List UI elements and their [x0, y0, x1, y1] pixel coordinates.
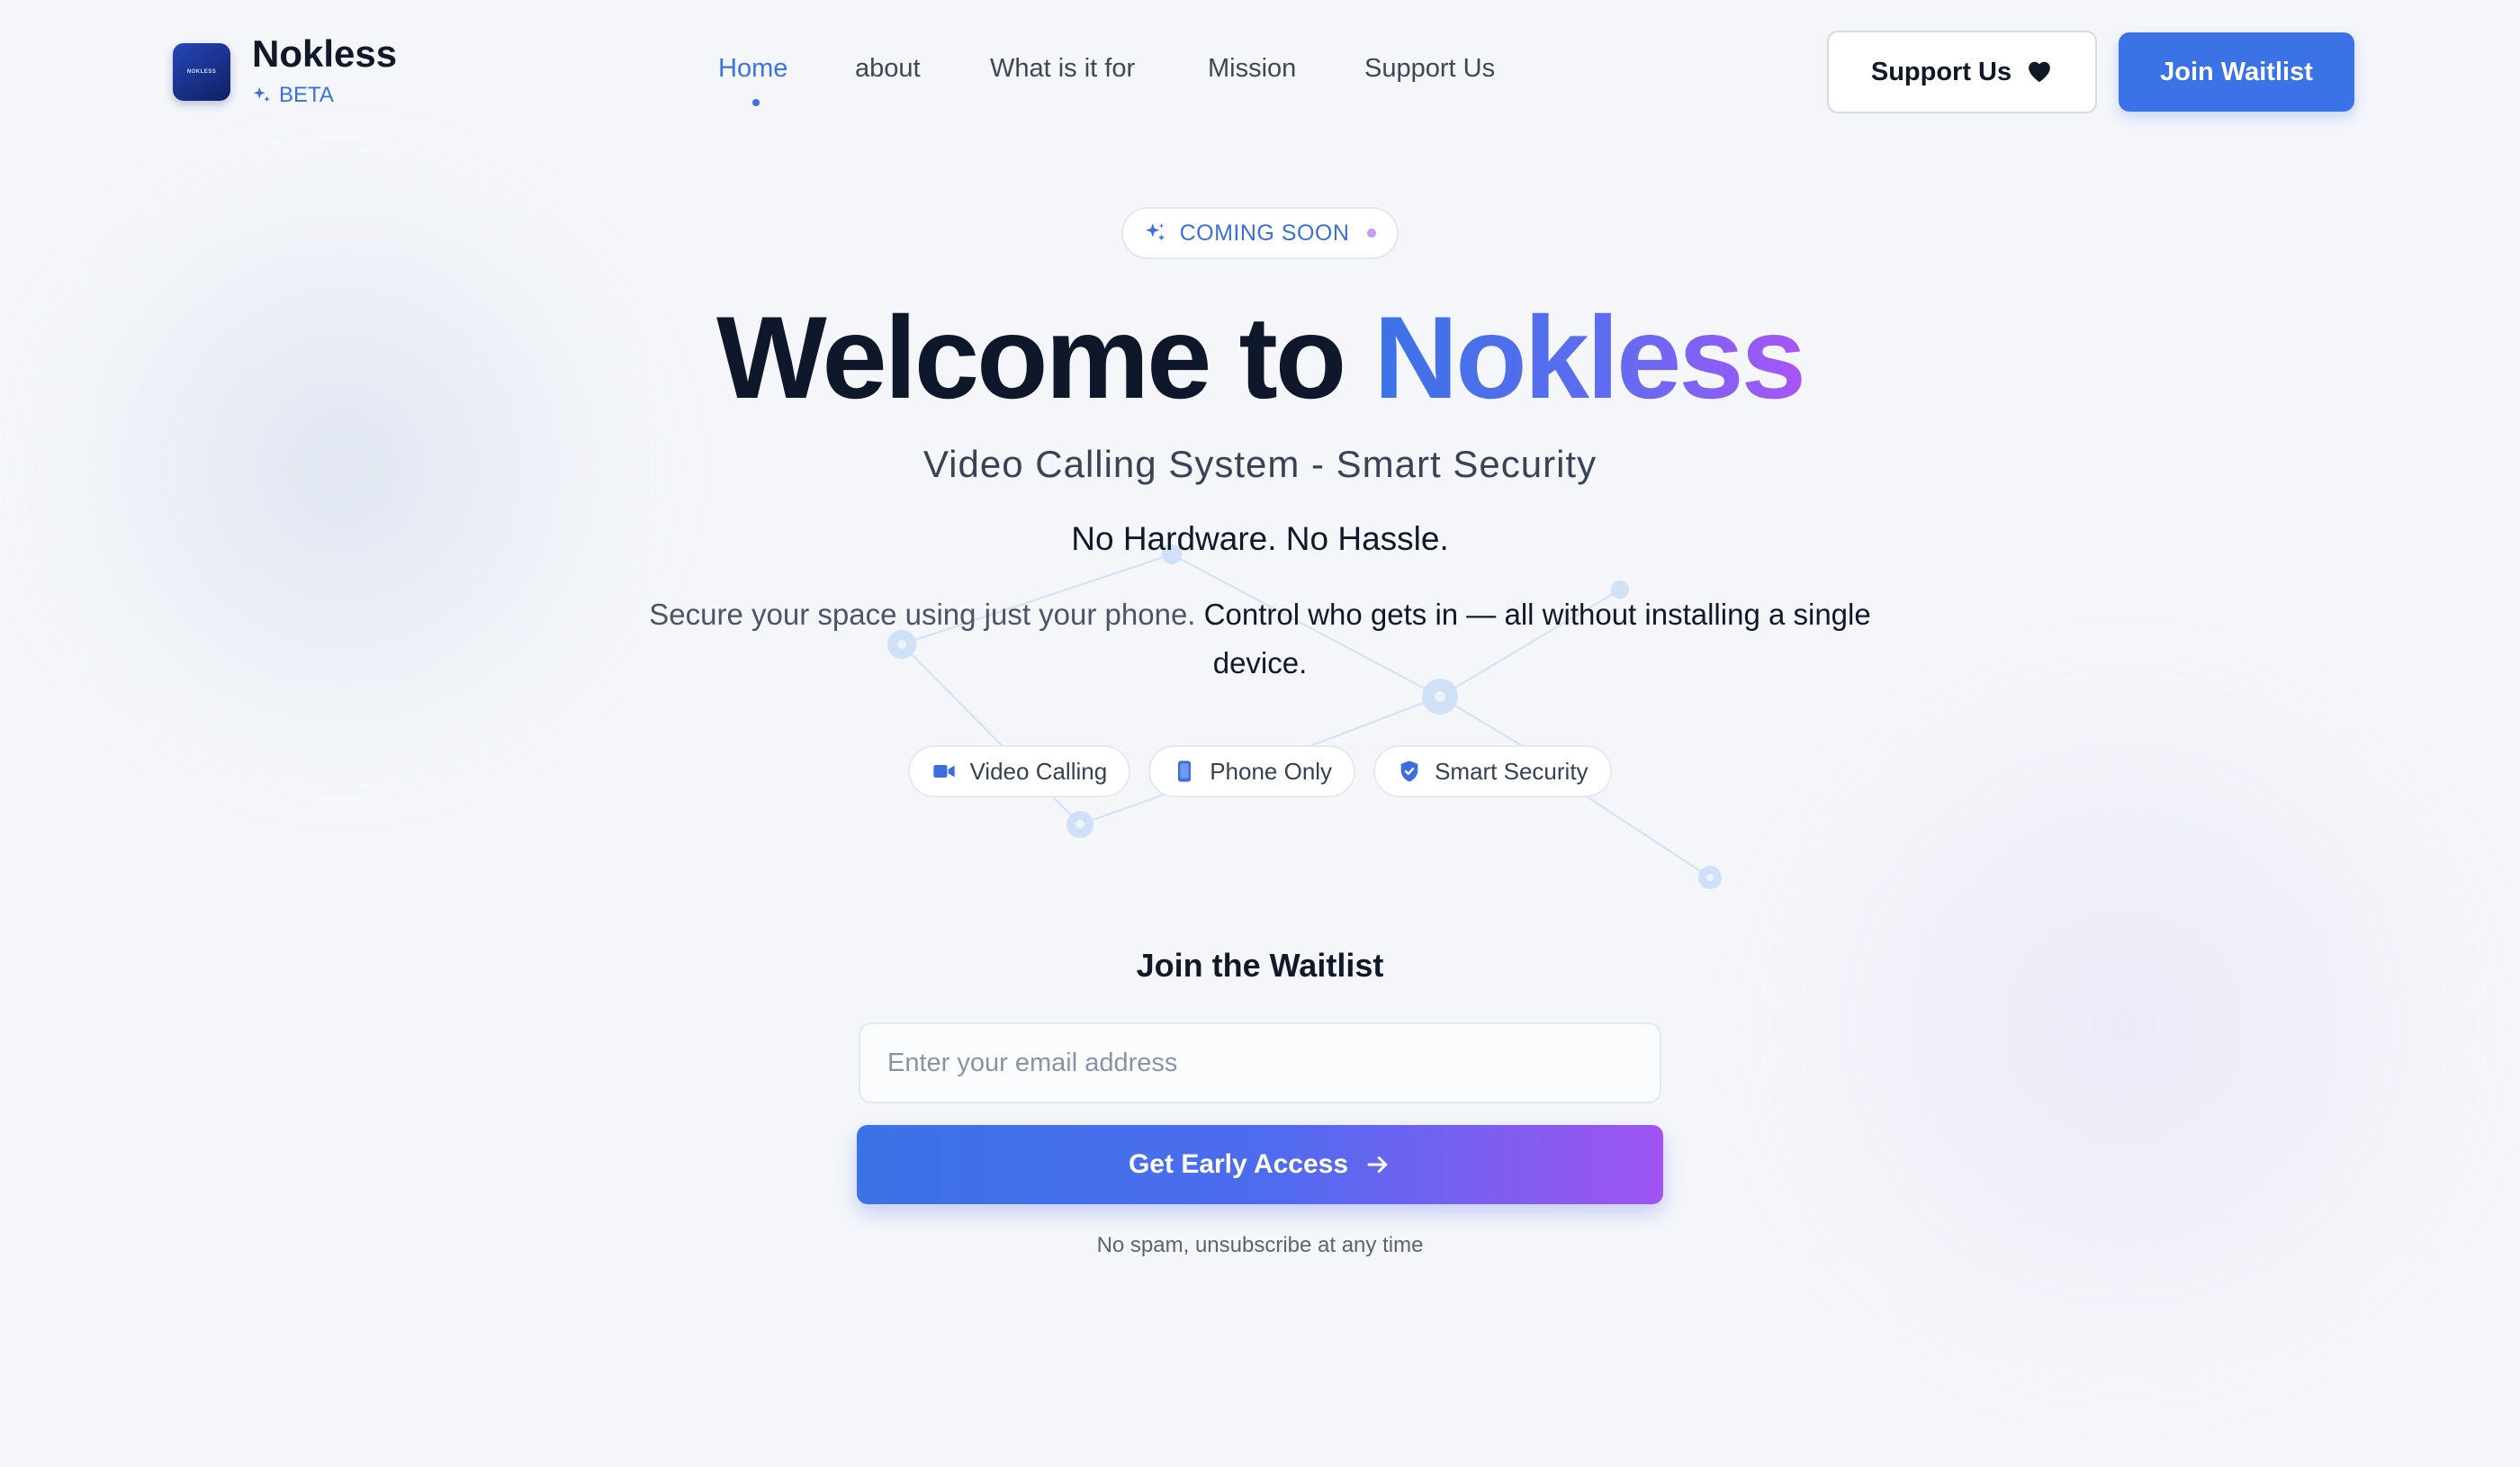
video-camera-icon [933, 765, 956, 778]
badge-dot [1367, 229, 1377, 238]
nav-home[interactable]: Home [718, 54, 788, 84]
feature-chip-video-calling: Video Calling [908, 745, 1131, 797]
hero-tagline: No Hardware. No Hassle. [1071, 520, 1449, 557]
hero-title-prefix: Welcome to [716, 292, 1346, 423]
sparkle-icon [1145, 223, 1165, 241]
hero-description-muted: Secure your space using just your phone. [649, 598, 1196, 631]
email-input[interactable] [859, 1022, 1661, 1103]
feature-label: Smart Security [1435, 757, 1588, 785]
support-us-label: Support Us [1870, 57, 2012, 86]
feature-chip-smart-security: Smart Security [1373, 745, 1612, 797]
coming-soon-label: COMING SOON [1179, 220, 1350, 246]
hero-subtitle: Video Calling System - Smart Security [922, 443, 1598, 485]
shield-check-icon [1400, 760, 1418, 782]
site-header: NOKLESS Nokless BETA Home about What is … [0, 0, 2520, 144]
get-early-access-button[interactable]: Get Early Access [857, 1125, 1663, 1204]
join-waitlist-button[interactable]: Join Waitlist [2119, 32, 2354, 112]
coming-soon-badge: COMING SOON [1121, 207, 1399, 259]
nav-support-us[interactable]: Support Us [1364, 54, 1495, 84]
nav-mission[interactable]: Mission [1208, 54, 1296, 84]
heart-icon [2029, 61, 2051, 83]
active-nav-indicator [752, 99, 760, 106]
support-us-button[interactable]: Support Us [1827, 31, 2097, 113]
feature-chip-phone-only: Phone Only [1148, 745, 1356, 797]
beta-label: BETA [279, 83, 334, 107]
arrow-right-icon [1367, 1156, 1388, 1173]
smartphone-icon [1178, 760, 1192, 782]
brand-name[interactable]: Nokless [252, 32, 397, 76]
hero-title: Welcome to Nokless [0, 290, 2520, 425]
beta-badge: BETA [252, 83, 334, 108]
hero-description: Secure your space using just your phone.… [648, 590, 1872, 688]
hero-description-main: Control who gets in — all without instal… [1203, 598, 1871, 680]
feature-chips: Video Calling Phone Only Smart Security [0, 745, 2520, 797]
feature-label: Phone Only [1210, 757, 1333, 785]
brand-logo[interactable]: NOKLESS [173, 43, 230, 101]
nav-about[interactable]: about [855, 54, 921, 84]
no-spam-note: No spam, unsubscribe at any time [1096, 1233, 1424, 1257]
sparkle-icon [253, 86, 270, 103]
get-early-access-label: Get Early Access [1128, 1149, 1349, 1179]
nav-what-is-it-for[interactable]: What is it for [990, 54, 1135, 84]
logo-text: NOKLESS [186, 69, 217, 75]
hero-title-accent: Nokless [1373, 292, 1806, 423]
waitlist-title: Join the Waitlist [1136, 947, 1384, 984]
feature-label: Video Calling [969, 757, 1108, 785]
